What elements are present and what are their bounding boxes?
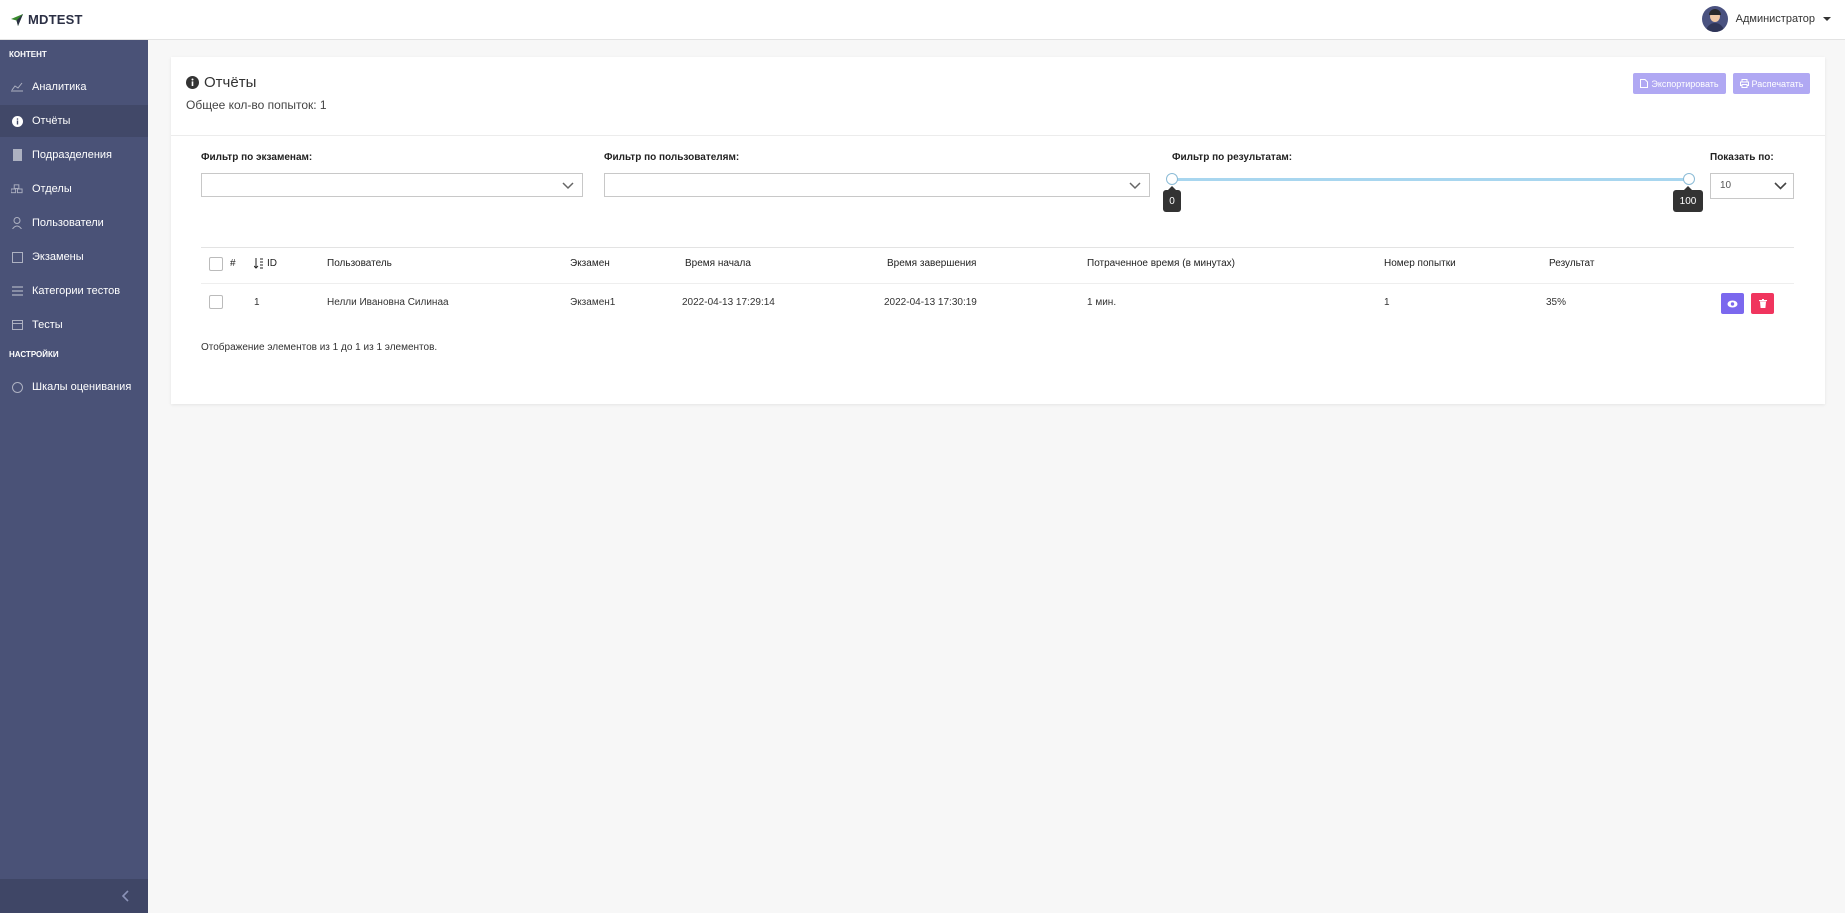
chart-line-icon — [11, 81, 23, 93]
exam-filter-label: Фильтр по экзаменам: — [201, 152, 313, 163]
sidebar-item-exams[interactable]: Экзамены — [0, 241, 148, 273]
sidebar-item-label: Отчёты — [32, 115, 71, 127]
result-slider-max-handle[interactable] — [1683, 173, 1695, 185]
file-icon — [1640, 79, 1649, 88]
delete-button[interactable] — [1751, 293, 1774, 314]
table-top-border — [201, 247, 1794, 248]
sidebar-section-content: КОНТЕНТ — [9, 50, 47, 59]
sidebar-item-users[interactable]: Пользователи — [0, 207, 148, 239]
table-icon — [11, 319, 23, 331]
user-icon — [11, 217, 23, 229]
list-icon — [11, 285, 23, 297]
user-name: Администратор — [1735, 13, 1815, 25]
sidebar-footer — [0, 879, 148, 913]
print-icon — [1739, 79, 1749, 88]
col-attempt: Номер попытки — [1384, 258, 1456, 269]
sidebar-item-label: Аналитика — [32, 81, 87, 93]
per-page-label: Показать по: — [1710, 152, 1774, 163]
select-all-checkbox[interactable] — [209, 257, 223, 271]
col-exam: Экзамен — [570, 258, 610, 269]
table-pagination-info: Отображение элементов из 1 до 1 из 1 эле… — [201, 342, 438, 353]
row-id: 1 — [254, 297, 260, 308]
sidebar-item-reports[interactable]: Отчёты — [0, 105, 148, 137]
sidebar-item-label: Категории тестов — [32, 285, 121, 297]
building-icon — [11, 149, 23, 161]
sidebar-item-grading-scales[interactable]: Шкалы оценивания — [0, 371, 148, 403]
sidebar-item-test-categories[interactable]: Категории тестов — [0, 275, 148, 307]
page-title-text: Отчёты — [204, 74, 257, 91]
row-result: 35% — [1546, 297, 1567, 308]
row-user: Нелли Ивановна Силинаа — [327, 297, 449, 308]
attempts-count: Общее кол-во попыток: 1 — [186, 98, 327, 112]
chevron-down-icon — [562, 182, 574, 190]
sidebar: КОНТЕНТ Аналитика Отчёты Подразделения О… — [0, 40, 148, 913]
info-circle-icon — [11, 115, 23, 127]
page-title: Отчёты — [186, 74, 256, 91]
user-filter-label: Фильтр по пользователям: — [604, 152, 740, 163]
per-page-value: 10 — [1720, 180, 1732, 191]
exam-filter-select[interactable] — [201, 173, 583, 197]
trash-icon — [1758, 299, 1767, 308]
circle-icon — [11, 381, 23, 393]
result-slider-max-value: 100 — [1673, 186, 1703, 212]
sidebar-item-tests[interactable]: Тесты — [0, 309, 148, 341]
print-button-label: Распечатать — [1751, 78, 1804, 89]
view-button[interactable] — [1721, 293, 1744, 314]
print-button[interactable]: Распечатать — [1733, 73, 1810, 94]
chevron-down-icon — [1823, 17, 1831, 21]
sidebar-item-label: Подразделения — [32, 149, 112, 161]
info-circle-icon — [186, 76, 199, 89]
row-exam: Экзамен1 — [570, 297, 616, 308]
col-end-time: Время завершения — [887, 258, 977, 269]
row-checkbox[interactable] — [209, 295, 223, 309]
chevron-down-icon — [1774, 182, 1787, 190]
col-start-time: Время начала — [685, 258, 751, 269]
sidebar-item-label: Пользователи — [32, 217, 104, 229]
sidebar-item-departments[interactable]: Отделы — [0, 173, 148, 205]
table-header-border — [201, 283, 1794, 284]
row-attempt: 1 — [1384, 297, 1390, 308]
user-filter-select[interactable] — [604, 173, 1150, 197]
result-slider-min-value: 0 — [1163, 186, 1181, 212]
cubes-icon — [11, 183, 23, 195]
chevron-down-icon — [1129, 182, 1141, 190]
square-icon — [11, 251, 23, 263]
sidebar-item-label: Тесты — [32, 319, 63, 331]
sidebar-item-label: Экзамены — [32, 251, 84, 263]
col-user: Пользователь — [327, 258, 392, 269]
collapse-sidebar-button[interactable] — [118, 888, 134, 904]
top-bar: MDTEST Администратор — [0, 0, 1845, 40]
col-time-spent: Потраченное время (в минутах) — [1087, 258, 1235, 269]
logo-text: MDTEST — [28, 12, 83, 27]
logo-icon — [11, 13, 23, 26]
sidebar-item-label: Отделы — [32, 183, 72, 195]
col-id-label: ID — [267, 258, 277, 269]
sidebar-item-analytics[interactable]: Аналитика — [0, 71, 148, 103]
user-menu[interactable]: Администратор — [1701, 6, 1831, 32]
col-number: # — [230, 258, 236, 269]
row-time-spent: 1 мин. — [1087, 297, 1117, 308]
avatar — [1701, 6, 1728, 32]
per-page-select[interactable]: 10 — [1710, 173, 1794, 199]
chevron-left-icon — [121, 890, 129, 902]
col-result: Результат — [1549, 258, 1595, 269]
result-filter-label: Фильтр по результатам: — [1172, 152, 1293, 163]
card-header: Отчёты Общее кол-во попыток: 1 Экспортир… — [171, 57, 1825, 136]
export-button[interactable]: Экспортировать — [1633, 73, 1726, 94]
sort-numeric-icon — [254, 258, 263, 269]
export-button-label: Экспортировать — [1651, 78, 1719, 89]
eye-icon — [1727, 300, 1738, 307]
logo[interactable]: MDTEST — [10, 12, 83, 27]
result-range-slider[interactable] — [1171, 178, 1689, 181]
sidebar-item-label: Шкалы оценивания — [32, 381, 132, 393]
reports-card: Отчёты Общее кол-во попыток: 1 Экспортир… — [171, 57, 1825, 404]
sidebar-section-settings: НАСТРОЙКИ — [9, 350, 59, 359]
row-end-time: 2022-04-13 17:30:19 — [884, 297, 977, 308]
sidebar-item-divisions[interactable]: Подразделения — [0, 139, 148, 171]
row-start-time: 2022-04-13 17:29:14 — [682, 297, 775, 308]
col-id-sort[interactable]: ID — [254, 258, 277, 269]
result-slider-min-handle[interactable] — [1166, 173, 1178, 185]
